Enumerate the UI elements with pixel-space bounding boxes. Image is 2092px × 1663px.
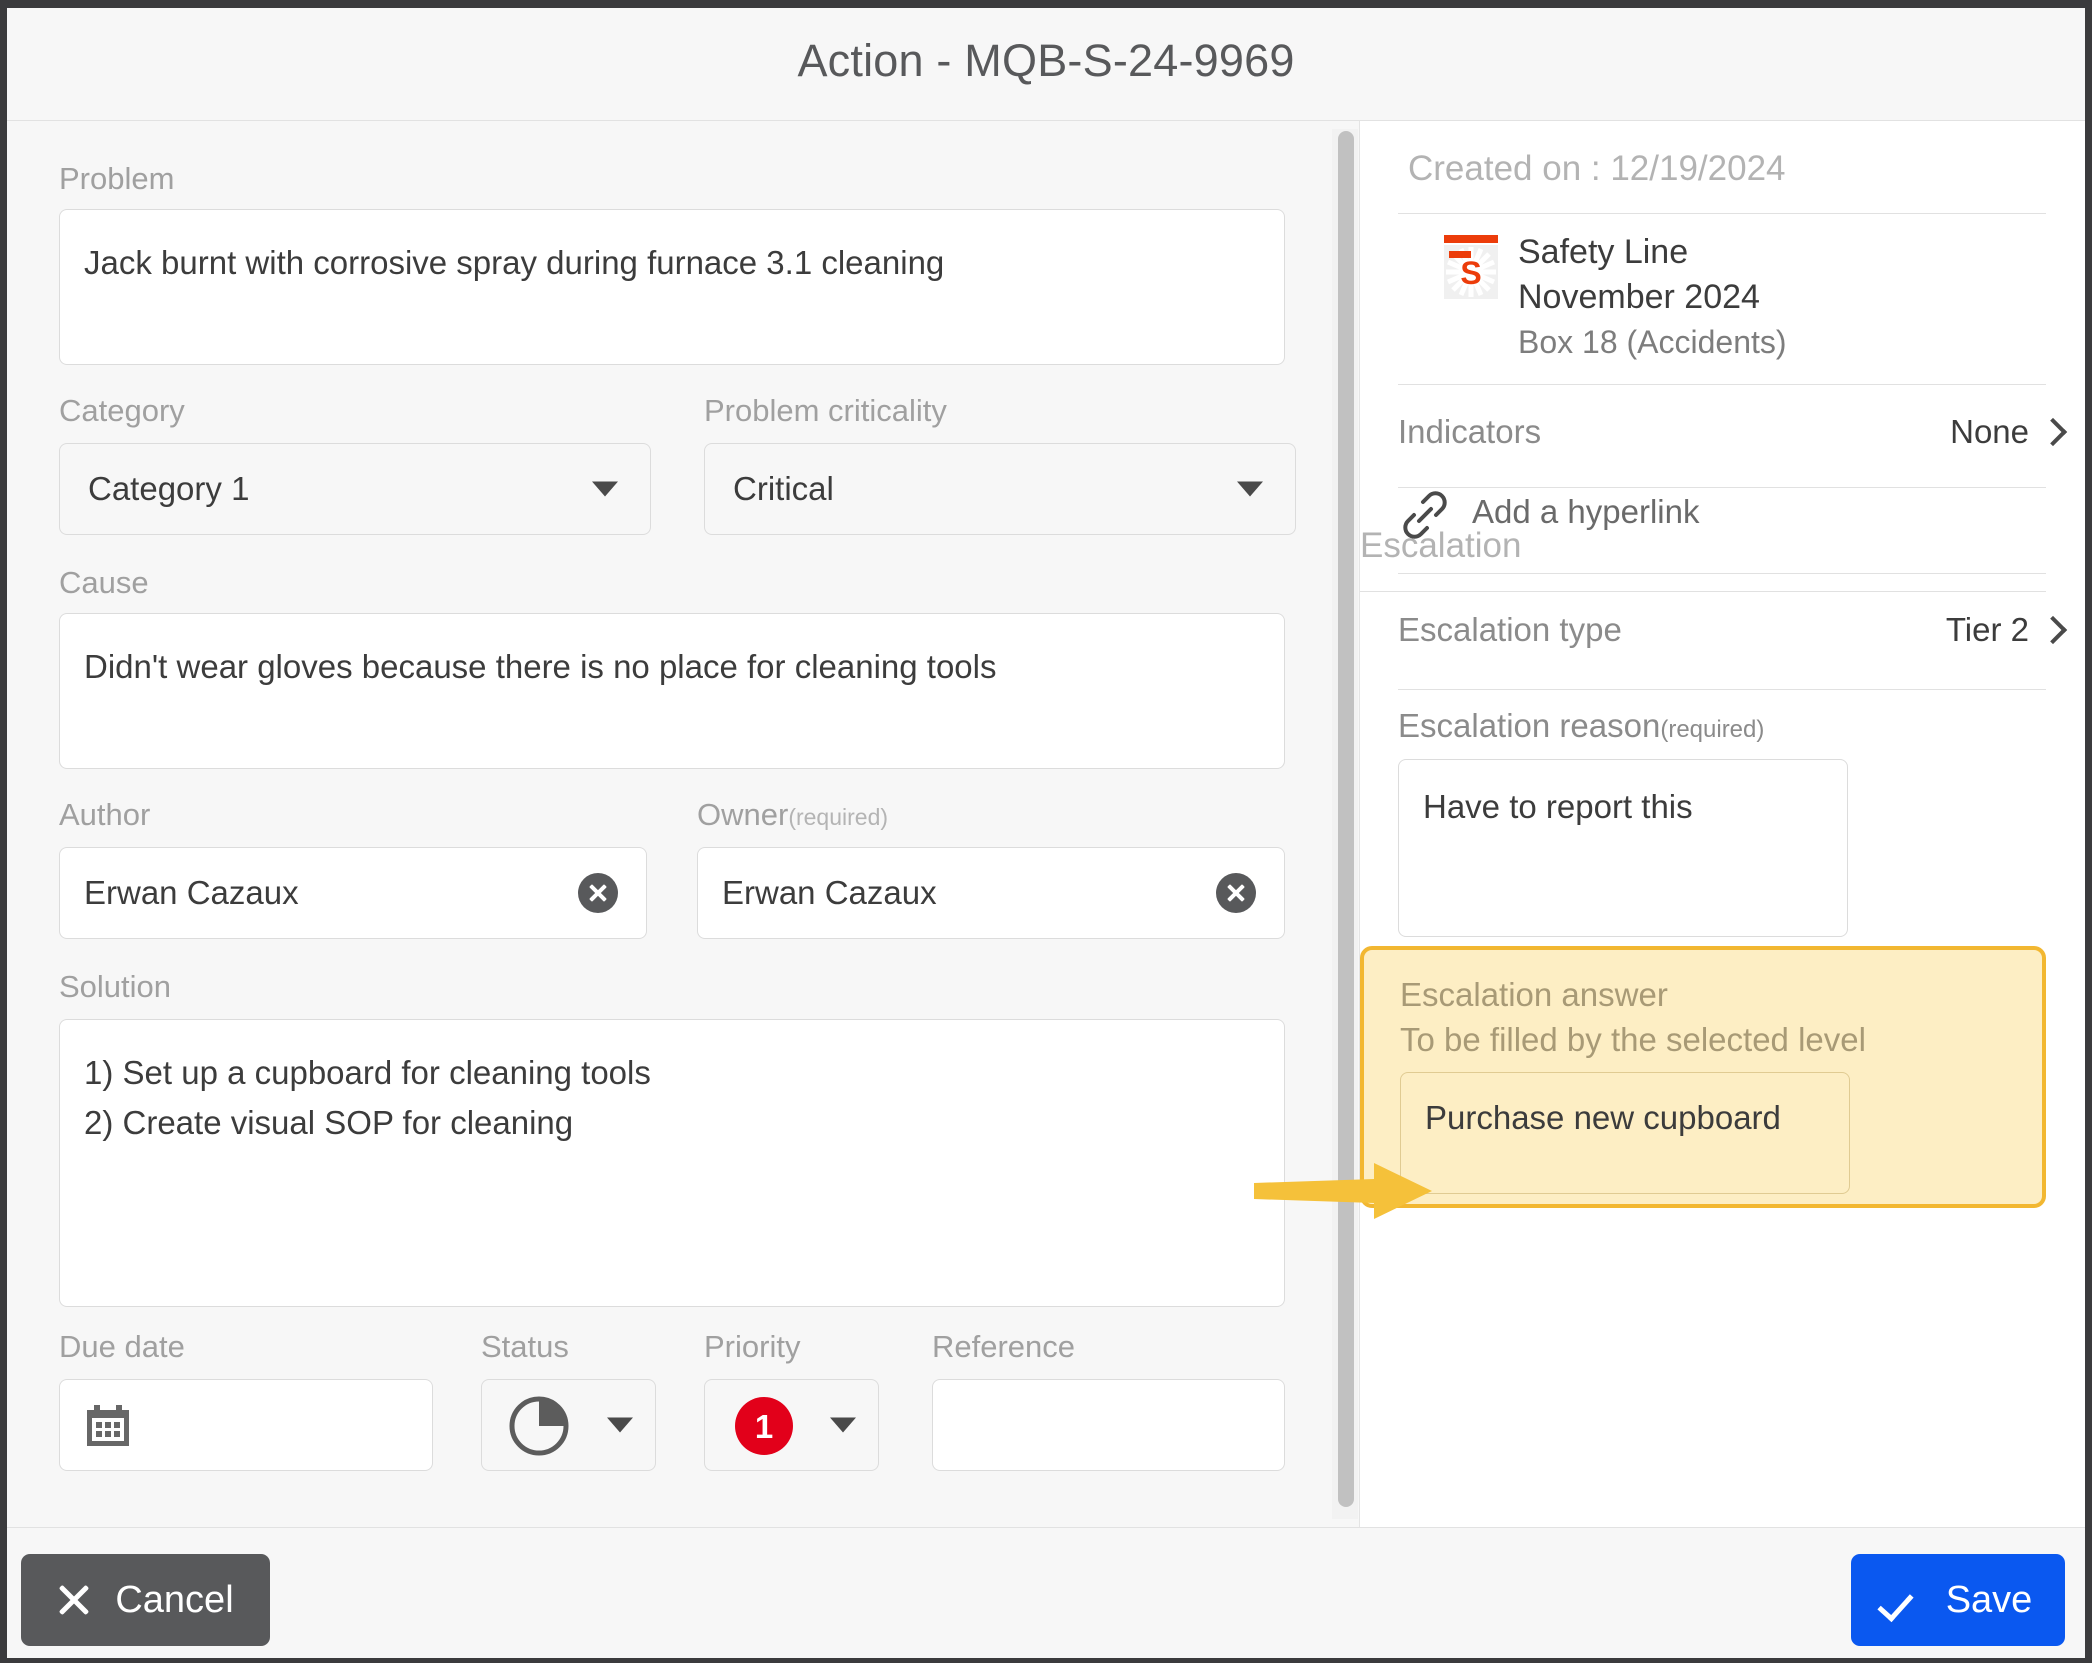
dialog-body: Problem Jack burnt with corrosive spray …	[7, 121, 2085, 1527]
divider	[1398, 487, 2046, 488]
escalation-type-value: Tier 2	[1945, 611, 2029, 648]
escalation-answer-highlight: Escalation answer To be filled by the se…	[1360, 946, 2046, 1208]
dialog-header: Action - MQB-S-24-9969	[7, 8, 2085, 121]
cause-label: Cause	[59, 565, 149, 600]
cause-value: Didn't wear gloves because there is no p…	[84, 648, 997, 685]
form-scrollbar-thumb[interactable]	[1338, 131, 1354, 1507]
reference-input[interactable]	[932, 1379, 1285, 1471]
author-input[interactable]: Erwan Cazaux	[59, 847, 647, 939]
due-date-label: Due date	[59, 1329, 185, 1364]
divider	[1398, 213, 2046, 214]
priority-badge: 1	[735, 1397, 793, 1455]
clear-author-icon[interactable]	[578, 873, 618, 913]
criticality-select[interactable]: Critical	[704, 443, 1296, 535]
source-name: Safety Line	[1518, 233, 1689, 271]
escalation-reason-label: Escalation reason(required)	[1398, 707, 1764, 745]
due-date-input[interactable]	[59, 1379, 433, 1471]
chevron-down-icon	[830, 1417, 856, 1433]
clear-owner-icon[interactable]	[1216, 873, 1256, 913]
divider	[1398, 573, 2046, 574]
chevron-right-icon[interactable]	[2038, 417, 2068, 447]
category-select[interactable]: Category 1	[59, 443, 651, 535]
indicators-label: Indicators	[1398, 413, 1542, 450]
divider	[1398, 384, 2046, 385]
cancel-button[interactable]: Cancel	[21, 1554, 270, 1646]
chevron-down-icon	[607, 1417, 633, 1433]
problem-label: Problem	[59, 161, 175, 196]
save-button[interactable]: Save	[1851, 1554, 2065, 1646]
chevron-right-icon[interactable]	[2038, 615, 2068, 645]
escalation-type-label: Escalation type	[1398, 611, 1622, 648]
owner-label-text: Owner	[697, 797, 789, 832]
escalation-answer-input[interactable]: Purchase new cupboard	[1400, 1072, 1850, 1194]
escalation-reason-required-suffix: (required)	[1660, 716, 1765, 743]
save-button-label: Save	[1945, 1578, 2033, 1621]
criticality-label: Problem criticality	[704, 393, 947, 428]
divider	[1398, 689, 2046, 690]
owner-input[interactable]: Erwan Cazaux	[697, 847, 1285, 939]
screenshot-root: Action - MQB-S-24-9969 Problem Jack burn…	[0, 0, 2092, 1663]
cause-input[interactable]: Didn't wear gloves because there is no p…	[59, 613, 1285, 769]
criticality-value: Critical	[733, 470, 834, 507]
status-select[interactable]	[481, 1379, 656, 1471]
category-label: Category	[59, 393, 185, 428]
window-right-edge	[2085, 0, 2092, 1663]
escalation-reason-input[interactable]: Have to report this	[1398, 759, 1848, 937]
status-label: Status	[481, 1329, 569, 1364]
source-period: November 2024	[1518, 278, 1760, 316]
owner-value: Erwan Cazaux	[722, 874, 937, 911]
pie-quarter-icon	[509, 1396, 569, 1456]
author-value: Erwan Cazaux	[84, 874, 299, 911]
chevron-down-icon	[1237, 481, 1263, 497]
solution-value: 1) Set up a cupboard for cleaning tools …	[84, 1054, 651, 1141]
problem-input[interactable]: Jack burnt with corrosive spray during f…	[59, 209, 1285, 365]
reference-label: Reference	[932, 1329, 1076, 1364]
svg-text:S: S	[1460, 255, 1481, 291]
escalation-section-title: Escalation	[1360, 526, 1522, 565]
author-label: Author	[59, 797, 151, 832]
details-pane: Created on : 12/19/2024 S Safety Line No…	[1360, 121, 2085, 1527]
calendar-icon	[87, 1405, 129, 1446]
created-on-text: Created on : 12/19/2024	[1408, 149, 1786, 188]
chevron-down-icon	[592, 481, 618, 497]
priority-label: Priority	[704, 1329, 801, 1364]
dialog-footer: Cancel Save	[7, 1527, 2085, 1658]
cancel-button-label: Cancel	[115, 1578, 234, 1621]
safety-line-icon: S	[1444, 235, 1498, 299]
form-pane: Problem Jack burnt with corrosive spray …	[7, 121, 1358, 1527]
window-top-edge	[0, 0, 2092, 8]
escalation-reason-label-text: Escalation reason	[1398, 707, 1661, 744]
window-bottom-edge	[0, 1658, 2092, 1663]
category-value: Category 1	[88, 470, 250, 507]
escalation-answer-sublabel: To be filled by the selected level	[1400, 1021, 1866, 1058]
escalation-answer-value: Purchase new cupboard	[1425, 1099, 1781, 1136]
close-x-icon	[57, 1583, 91, 1617]
owner-label: Owner(required)	[697, 797, 888, 833]
solution-input[interactable]: 1) Set up a cupboard for cleaning tools …	[59, 1019, 1285, 1307]
priority-select[interactable]: 1	[704, 1379, 879, 1471]
problem-value: Jack burnt with corrosive spray during f…	[84, 244, 945, 281]
window-left-edge	[0, 0, 7, 1663]
check-icon	[1884, 1585, 1924, 1615]
escalation-reason-value: Have to report this	[1423, 788, 1693, 825]
escalation-answer-label: Escalation answer	[1400, 976, 1668, 1013]
action-dialog: Action - MQB-S-24-9969 Problem Jack burn…	[7, 8, 2085, 1658]
divider	[1360, 591, 2046, 592]
page-title: Action - MQB-S-24-9969	[797, 35, 1295, 86]
solution-label: Solution	[59, 969, 172, 1004]
source-box: Box 18 (Accidents)	[1518, 324, 1787, 360]
owner-required-suffix: (required)	[788, 804, 889, 830]
indicators-value: None	[1950, 413, 2029, 450]
